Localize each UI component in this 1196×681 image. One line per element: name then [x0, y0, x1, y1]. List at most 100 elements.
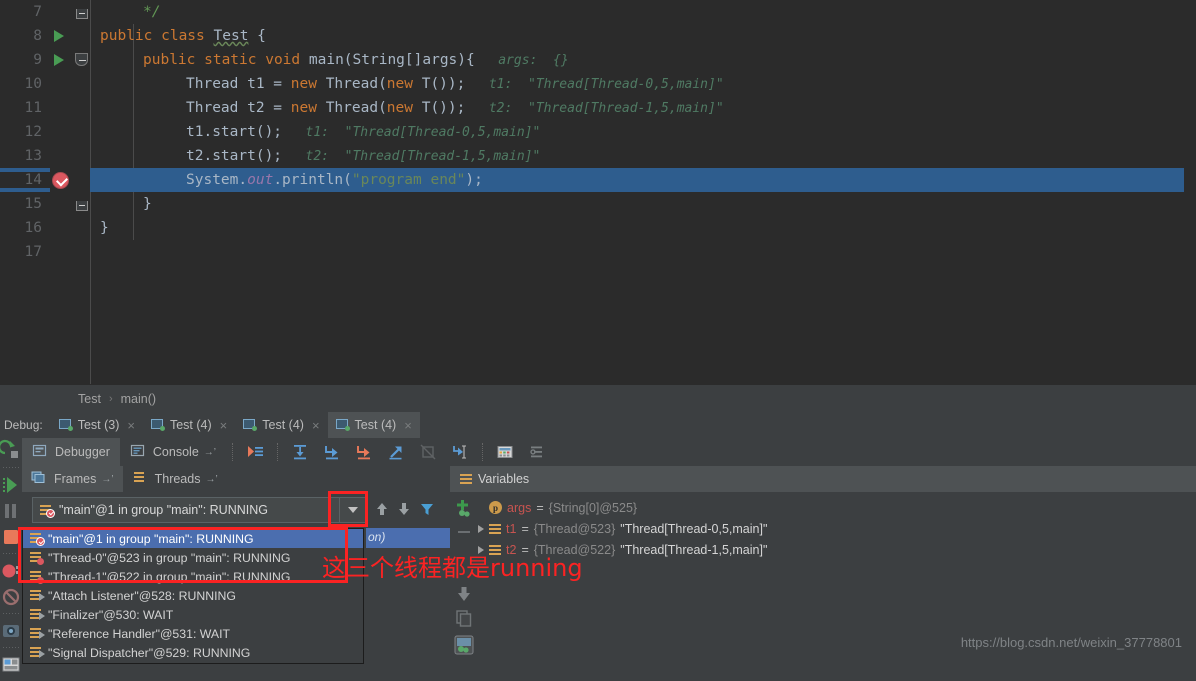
fold-empty[interactable] [72, 24, 90, 48]
fold-empty[interactable] [72, 120, 90, 144]
pause-program-icon[interactable] [0, 498, 22, 524]
thread-dropdown-item[interactable]: "Attach Listener"@528: RUNNING [23, 586, 363, 605]
fold-empty[interactable] [72, 168, 90, 192]
thread-dropdown-item[interactable]: "Signal Dispatcher"@529: RUNNING [23, 643, 363, 662]
gutter-empty[interactable] [50, 216, 72, 240]
fold-marker-collapse[interactable] [72, 48, 90, 72]
code-editor[interactable]: 7 */8 public class Test {9 public static vo… [0, 0, 1196, 384]
code-line[interactable]: 15} [0, 192, 1196, 216]
frame-list-row[interactable]: on) [366, 528, 450, 548]
move-down-icon[interactable] [397, 501, 411, 520]
step-into-icon[interactable] [323, 443, 341, 461]
chevron-down-icon[interactable] [339, 498, 365, 522]
debug-session-tab-label: Test (4) [169, 418, 212, 432]
tab-debugger[interactable]: Debugger [22, 438, 120, 466]
close-icon[interactable]: × [127, 418, 135, 433]
variable-value: "Thread[Thread-0,5,main]" [620, 521, 768, 536]
gutter-empty[interactable] [50, 192, 72, 216]
console-icon [130, 443, 148, 461]
add-watch-icon[interactable] [450, 498, 478, 522]
console-pin-icon[interactable]: →’ [204, 447, 216, 458]
debug-session-tab[interactable]: Test (3) × [51, 412, 143, 438]
fold-empty[interactable] [72, 216, 90, 240]
fold-empty[interactable] [72, 144, 90, 168]
expand-arrow-icon[interactable] [478, 524, 484, 533]
variable-row[interactable]: t2 = {Thread@522} "Thread[Thread-1,5,main]" [478, 539, 1196, 560]
code-line[interactable]: 13 t2.start(); t2: "Thread[Thread-1,5,mai… [0, 144, 1196, 168]
mute-breakpoints-icon[interactable] [0, 584, 22, 610]
rerun-icon[interactable] [0, 438, 22, 464]
gutter-empty[interactable] [50, 240, 72, 264]
code-line[interactable]: 14 System.out.println("program end"); [0, 168, 1196, 192]
code-text: t2.start(); t2: "Thread[Thread-1,5,main]… [90, 148, 540, 164]
variable-equals: = [521, 521, 529, 536]
thread-selector[interactable]: "main"@1 in group "main": RUNNING [32, 497, 366, 523]
line-number: 16 [24, 220, 42, 236]
step-over-icon[interactable] [291, 443, 309, 461]
move-up-icon[interactable] [375, 501, 389, 520]
run-to-cursor-icon[interactable] [451, 443, 469, 461]
close-icon[interactable]: × [220, 418, 228, 433]
breadcrumb-method[interactable]: main() [121, 392, 156, 406]
thread-dropdown-popup[interactable]: "main"@1 in group "main": RUNNING "Thread… [22, 528, 364, 664]
debug-session-tab[interactable]: Test (4) × [143, 412, 235, 438]
debug-session-tab[interactable]: Test (4) × [235, 412, 327, 438]
gutter-empty[interactable] [50, 72, 72, 96]
force-step-into-icon[interactable] [355, 443, 373, 461]
gutter-empty[interactable] [50, 144, 72, 168]
thread-dropdown-item[interactable]: "Reference Handler"@531: WAIT [23, 624, 363, 643]
breakpoint-verified-icon[interactable] [50, 168, 72, 192]
thread-dropdown-item[interactable]: "Thread-1"@522 in group "main": RUNNING [23, 567, 363, 586]
close-icon[interactable]: × [404, 418, 412, 433]
threads-pin-icon[interactable]: →’ [205, 474, 217, 485]
step-out-icon[interactable] [387, 443, 405, 461]
evaluate-expression-icon[interactable] [496, 443, 514, 461]
fold-empty[interactable] [72, 72, 90, 96]
fold-marker-end[interactable] [72, 0, 90, 24]
gutter-empty[interactable] [50, 120, 72, 144]
breadcrumb-class[interactable]: Test [78, 392, 101, 406]
settings-camera-icon[interactable] [0, 618, 22, 644]
run-gutter-icon[interactable] [50, 24, 72, 48]
gutter-empty[interactable] [50, 0, 72, 24]
fold-empty[interactable] [72, 96, 90, 120]
run-gutter-icon[interactable] [50, 48, 72, 72]
variable-row[interactable]: p args = {String[0]@525} [478, 497, 1196, 518]
thread-dropdown-item[interactable]: "main"@1 in group "main": RUNNING [23, 529, 363, 548]
variable-row[interactable]: t1 = {Thread@523} "Thread[Thread-0,5,main]" [478, 518, 1196, 539]
code-line[interactable]: 12 t1.start(); t1: "Thread[Thread-0,5,mai… [0, 120, 1196, 144]
inspect-icon[interactable] [450, 634, 478, 660]
code-line[interactable]: 16} [0, 216, 1196, 240]
code-line[interactable]: 17 [0, 240, 1196, 264]
frames-pin-icon[interactable]: →’ [101, 474, 113, 485]
fold-empty[interactable] [72, 240, 90, 264]
line-number: 11 [24, 100, 42, 116]
code-line[interactable]: 7 */ [0, 0, 1196, 24]
debug-session-tab-label: Test (4) [262, 418, 304, 432]
tab-frames-label: Frames [54, 472, 97, 486]
thread-dropdown-item[interactable]: "Finalizer"@530: WAIT [23, 605, 363, 624]
gutter-empty[interactable] [50, 96, 72, 120]
settings-icon[interactable] [528, 443, 546, 461]
stop-icon[interactable] [0, 524, 22, 550]
code-line[interactable]: 9 public static void main(String[]args){ … [0, 48, 1196, 72]
show-execution-point-icon[interactable] [246, 443, 264, 461]
code-token: Thread( [325, 100, 387, 116]
layout-settings-icon[interactable] [0, 652, 22, 678]
resume-program-icon[interactable] [0, 472, 22, 498]
editor-scrollbar[interactable] [1184, 0, 1196, 384]
view-breakpoints-icon[interactable] [0, 558, 22, 584]
tab-frames[interactable]: Frames →’ [22, 466, 123, 492]
code-line[interactable]: 10 Thread t1 = new Thread(new T()); t1: "… [0, 72, 1196, 96]
filter-icon[interactable] [419, 501, 435, 520]
tab-threads[interactable]: Threads →’ [123, 466, 227, 492]
code-line[interactable]: 8 public class Test { [0, 24, 1196, 48]
move-down-watch-icon[interactable] [450, 584, 478, 608]
code-line[interactable]: 11 Thread t2 = new Thread(new T()); t2: "… [0, 96, 1196, 120]
thread-dropdown-item[interactable]: "Thread-0"@523 in group "main": RUNNING [23, 548, 363, 567]
tab-console[interactable]: Console →’ [120, 438, 226, 466]
close-icon[interactable]: × [312, 418, 320, 433]
rail-separator [0, 464, 22, 472]
debug-session-tab[interactable]: Test (4) × [327, 412, 420, 438]
fold-marker-end[interactable] [72, 192, 90, 216]
